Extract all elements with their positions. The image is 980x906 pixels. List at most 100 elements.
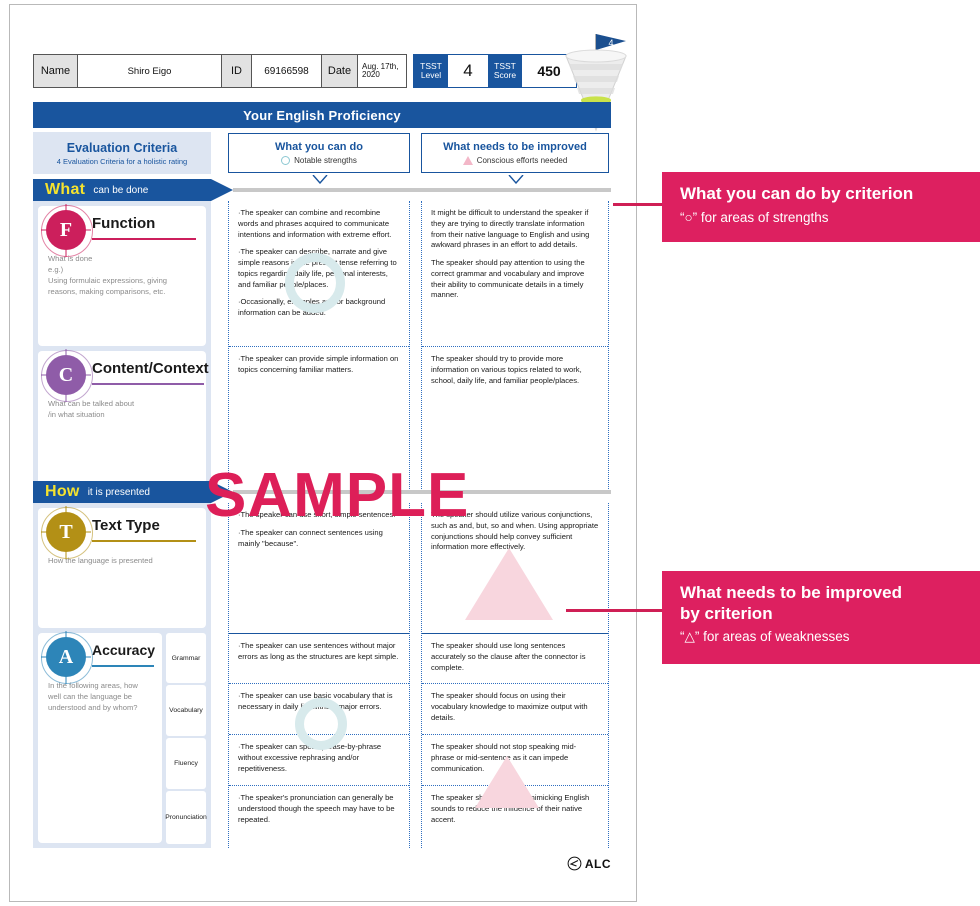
watermark-triangle-icon — [475, 756, 539, 808]
column-headers-row: Evaluation Criteria 4 Evaluation Criteri… — [33, 132, 611, 184]
criteria-panel-how: T Text Type How the language is presente… — [33, 503, 211, 848]
callout-can-do-subtitle: “○” for areas of strengths — [680, 209, 829, 225]
criterion-badge-a: A — [41, 632, 93, 684]
section-band-what-strong: What — [45, 181, 86, 198]
evaluation-criteria-title: Evaluation Criteria — [66, 140, 178, 155]
criteria-panel-what: F Function What is done e.g.) Using form… — [33, 201, 211, 493]
identity-box: Name Shiro Eigo ID 69166598 Date Aug. 17… — [33, 54, 407, 88]
criterion-underline — [92, 540, 196, 542]
can-do-cell-pronunciation: ·The speaker's pronunciation can general… — [229, 785, 409, 848]
column-header-can-do-sub: Notable strengths — [281, 156, 357, 165]
improve-paragraph: The speaker should pay attention to usin… — [431, 258, 585, 300]
column-header-improve-title: What needs to be improved — [443, 141, 587, 153]
criterion-name-content-context: Content/Context — [92, 360, 209, 377]
section-band-what-rest: can be done — [93, 184, 149, 196]
student-info-bar: Name Shiro Eigo ID 69166598 Date Aug. 17… — [33, 54, 577, 88]
criterion-underline — [92, 238, 196, 240]
section-band-how-strong: How — [45, 483, 80, 500]
criterion-badge-c: C — [41, 350, 93, 402]
sample-watermark: SAMPLE — [205, 461, 470, 530]
improve-cell-function: It might be difficult to understand the … — [422, 201, 608, 346]
can-do-bullet: ·The speaker can connect sentences using… — [238, 527, 383, 548]
subcriterion-pronunciation: Pronunciation — [165, 791, 207, 844]
report-sheet: Name Shiro Eigo ID 69166598 Date Aug. 17… — [33, 34, 627, 874]
criterion-card-head: A Accuracy — [38, 631, 162, 684]
tsst-level-value: 4 — [448, 55, 488, 87]
column-header-can-do: What you can do Notable strengths — [228, 133, 410, 184]
callout-can-do-title: What you can do by criterion — [680, 184, 914, 203]
can-do-column-how: ·The speaker can use short, simple sente… — [228, 503, 410, 848]
criterion-card-text-type: T Text Type How the language is presente… — [38, 506, 206, 628]
improve-paragraph: The speaker should focus on using their … — [431, 691, 588, 722]
evaluation-criteria-header: Evaluation Criteria 4 Evaluation Criteri… — [33, 132, 211, 174]
callout-can-do: What you can do by criterion “○” for are… — [662, 172, 980, 242]
section-band-rule — [233, 188, 611, 192]
can-do-bullet: ·The speaker can provide simple informat… — [238, 354, 399, 374]
improve-cell-vocabulary: The speaker should focus on using their … — [422, 683, 608, 734]
criterion-name-accuracy: Accuracy — [92, 642, 156, 658]
date-value: Aug. 17th, 2020 — [358, 55, 406, 87]
watermark-circle-icon — [285, 253, 345, 313]
section-band-what: What can be done — [33, 179, 611, 201]
callout-improve-title: What needs to be improved by criterion — [680, 583, 902, 623]
column-header-improve-sub-text: Conscious efforts needed — [476, 156, 568, 165]
watermark-circle-icon — [295, 698, 347, 750]
criterion-card-content-context: C Content/Context What can be talked abo… — [38, 349, 209, 488]
criterion-description-function: What is done e.g.) Using formulaic expre… — [48, 254, 168, 296]
page-title: Your English Proficiency — [33, 102, 611, 128]
tsst-score-label-line2: Score — [493, 70, 517, 80]
column-header-can-do-title: What you can do — [275, 141, 363, 153]
criterion-badge-letter: A — [58, 645, 74, 668]
can-do-cell-grammar: ·The speaker can use sentences without m… — [229, 633, 409, 683]
improve-cell-grammar: The speaker should use long sentences ac… — [422, 633, 608, 683]
criterion-card-accuracy: A Accuracy In the following areas, how w… — [38, 631, 162, 843]
name-label: Name — [34, 55, 78, 87]
watermark-triangle-icon — [465, 548, 553, 620]
criterion-underline — [92, 383, 204, 385]
column-header-improve-sub: Conscious efforts needed — [462, 156, 568, 165]
column-header-improve: What needs to be improved Conscious effo… — [421, 133, 609, 184]
evaluation-criteria-subtitle: 4 Evaluation Criteria for a holistic rat… — [56, 156, 188, 166]
section-band-how-chevron: How it is presented — [33, 481, 233, 503]
criterion-badge-letter: F — [59, 218, 73, 241]
alc-mark-icon — [567, 856, 582, 871]
accuracy-subcriteria-list: Grammar Vocabulary Fluency Pronunciation — [165, 633, 207, 846]
criterion-badge-letter: C — [58, 363, 74, 386]
improve-paragraph: The speaker should try to provide more i… — [431, 354, 582, 385]
section-band-what-chevron: What can be done — [33, 179, 233, 201]
criterion-underline — [92, 665, 154, 667]
tsst-level-label-line2: Level — [420, 70, 442, 80]
flag-level-number: 4 — [608, 38, 613, 48]
can-do-bullet: ·The speaker's pronunciation can general… — [238, 793, 395, 824]
criterion-card-head: T Text Type — [38, 506, 206, 559]
callout-improve-subtitle: “△” for areas of weaknesses — [680, 629, 850, 645]
name-value: Shiro Eigo — [78, 55, 222, 87]
tsst-result-box: TSST Level 4 TSST Score 450 — [413, 54, 577, 88]
tsst-level-label: TSST Level — [414, 55, 448, 87]
criterion-name-text-type: Text Type — [92, 517, 160, 534]
criterion-badge-f: F — [41, 205, 93, 257]
subcriterion-vocabulary: Vocabulary — [166, 685, 206, 736]
id-label: ID — [222, 55, 252, 87]
id-value: 69166598 — [252, 55, 322, 87]
subcriterion-grammar: Grammar — [166, 633, 206, 683]
column-header-can-do-sub-text: Notable strengths — [294, 156, 357, 165]
circle-outline-icon — [281, 156, 291, 165]
date-line-2: 2020 — [362, 70, 380, 79]
improve-paragraph: The speaker should use long sentences ac… — [431, 641, 586, 672]
can-do-bullet: ·The speaker can combine and recombine w… — [238, 208, 392, 239]
criterion-card-head: C Content/Context — [38, 349, 209, 402]
callout-improve: What needs to be improved by criterion “… — [662, 571, 980, 664]
can-do-bullet: ·The speaker can use sentences without m… — [238, 641, 399, 661]
criterion-badge-letter: T — [59, 520, 73, 543]
improve-paragraph: It might be difficult to understand the … — [431, 208, 590, 250]
alc-logo-text: ALC — [584, 856, 611, 871]
criterion-badge-t: T — [41, 507, 93, 559]
alc-logo: ALC — [567, 856, 611, 871]
criterion-name-function: Function — [92, 215, 156, 232]
triangle-outline-icon — [462, 156, 473, 165]
subcriterion-fluency: Fluency — [166, 738, 206, 789]
can-do-column-what: ·The speaker can combine and recombine w… — [228, 201, 410, 493]
section-band-how-rest: it is presented — [87, 486, 150, 498]
date-label: Date — [322, 55, 358, 87]
